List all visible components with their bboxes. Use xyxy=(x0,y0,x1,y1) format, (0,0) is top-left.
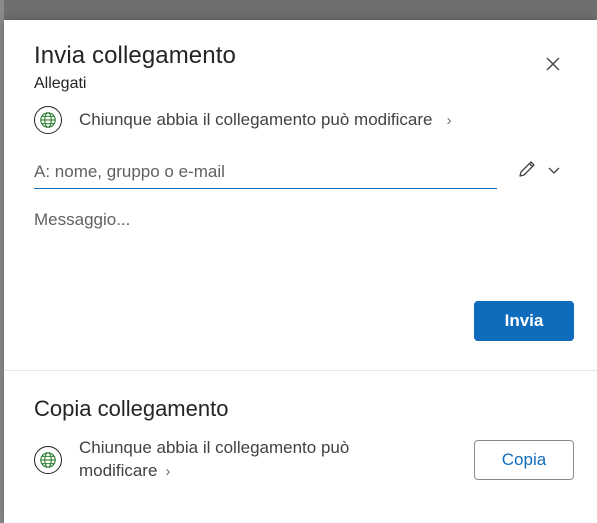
recipient-input[interactable] xyxy=(34,156,497,189)
close-button[interactable] xyxy=(541,54,565,78)
copy-permission-button[interactable]: Chiunque abbia il collegamento può modif… xyxy=(34,436,364,483)
copy-permission-text: Chiunque abbia il collegamento può modif… xyxy=(79,436,364,483)
dialog-subtitle: Allegati xyxy=(34,75,87,92)
chevron-down-icon xyxy=(548,162,560,180)
message-input[interactable] xyxy=(34,210,564,280)
copy-button[interactable]: Copia xyxy=(474,440,574,480)
share-dialog: Invia collegamento Allegati Chiunque abb… xyxy=(4,20,597,523)
close-icon xyxy=(545,56,561,77)
copy-permission-label: Chiunque abbia il collegamento può modif… xyxy=(79,438,350,480)
dialog-title: Invia collegamento xyxy=(34,42,236,69)
section-divider xyxy=(4,370,597,371)
globe-icon xyxy=(34,445,62,474)
pencil-icon xyxy=(516,158,538,185)
chevron-right-icon: › xyxy=(446,111,452,129)
permission-label: Chiunque abbia il collegamento può modif… xyxy=(79,110,433,129)
copy-link-title: Copia collegamento xyxy=(34,396,229,421)
link-settings-dropdown[interactable] xyxy=(516,158,568,184)
link-permission-button[interactable]: Chiunque abbia il collegamento può modif… xyxy=(34,106,451,134)
globe-icon xyxy=(34,106,62,134)
chevron-right-icon: › xyxy=(165,463,171,480)
send-button[interactable]: Invia xyxy=(474,301,574,341)
